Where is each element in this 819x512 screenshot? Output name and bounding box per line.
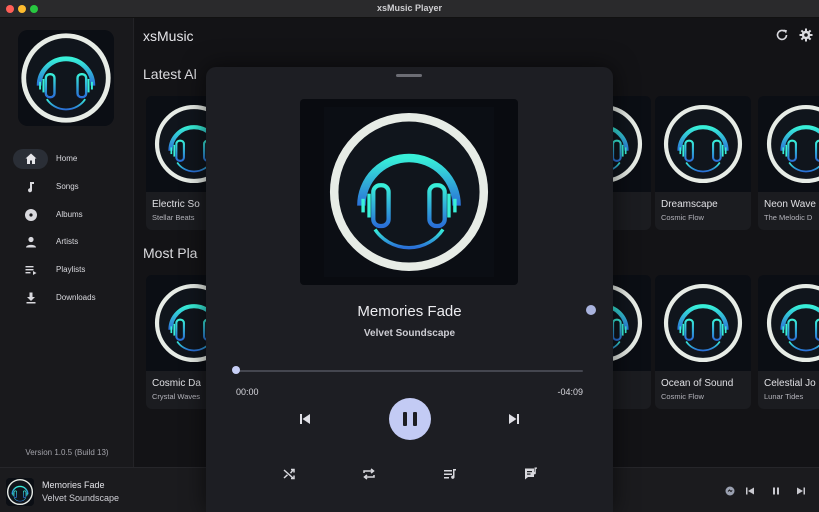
previous-track-icon[interactable] (297, 411, 313, 427)
song-artist: Velvet Soundscape (363, 328, 456, 339)
drag-handle[interactable] (396, 74, 422, 77)
sidebar-item-artists[interactable]: Artists (13, 232, 131, 252)
elapsed-time: 00:00 (236, 387, 259, 397)
album-artist: The Melodic D (764, 213, 813, 222)
sidebar-item-label: Playlists (56, 265, 86, 274)
mini-player-title: Memories Fade (42, 480, 105, 490)
repeat-icon[interactable] (361, 466, 377, 482)
next-track-icon[interactable] (506, 411, 522, 427)
remaining-time: -04:09 (557, 387, 583, 397)
headphones-logo-icon (758, 96, 819, 192)
music-note-icon (28, 182, 34, 193)
now-playing-sheet[interactable]: Memories Fade Velvet Soundscape 00:00 -0… (206, 67, 613, 512)
pause-icon[interactable] (770, 485, 782, 497)
album-title: Neon Wave (764, 199, 816, 210)
pause-icon (413, 412, 417, 426)
album-artist: Crystal Waves (152, 392, 201, 401)
gear-icon[interactable] (799, 28, 813, 42)
lyrics-icon[interactable] (523, 466, 539, 482)
lyrics-badge-icon[interactable] (586, 305, 596, 315)
album-card[interactable]: Dreamscape Cosmic Flow (655, 96, 751, 230)
next-track-icon[interactable] (795, 485, 807, 497)
sidebar-item-label: Downloads (56, 293, 96, 302)
sidebar-item-label: Albums (56, 210, 83, 219)
shuffle-icon[interactable] (281, 466, 297, 482)
album-card[interactable]: Neon Wave The Melodic D (758, 96, 819, 230)
mini-player-art (6, 478, 34, 506)
song-title: Memories Fade (357, 303, 462, 320)
sidebar-item-songs[interactable]: Songs (13, 177, 131, 197)
refresh-icon[interactable] (775, 28, 789, 42)
playlist-icon (25, 266, 37, 275)
home-icon (25, 153, 37, 164)
sidebar-item-playlists[interactable]: Playlists (13, 260, 131, 280)
album-title: Dreamscape (661, 199, 718, 210)
pause-button[interactable] (389, 398, 431, 440)
album-artist: Cosmic Flow (661, 213, 704, 222)
title-bar: xsMusic Player (0, 0, 819, 18)
album-title: Ocean of Sound (661, 378, 734, 389)
album-card[interactable]: Celestial Jo Lunar Tides (758, 275, 819, 409)
album-artist: Lunar Tides (764, 392, 804, 401)
progress-track[interactable] (236, 370, 583, 372)
headphones-logo-icon (300, 99, 518, 285)
queue-music-icon[interactable] (442, 466, 458, 482)
headphones-logo-icon (6, 478, 34, 506)
window-title: xsMusic Player (376, 3, 443, 13)
album-artist: Cosmic Flow (661, 392, 704, 401)
sidebar: Home Songs Albums Artists Playlists Down… (0, 18, 134, 467)
sidebar-album-art (18, 30, 114, 126)
sidebar-item-albums[interactable]: Albums (13, 205, 131, 225)
section-title-latest: Latest Al (143, 66, 197, 82)
download-icon (26, 292, 36, 304)
headphones-logo-icon (655, 275, 751, 371)
sidebar-item-home[interactable]: Home (13, 149, 77, 169)
progress-knob[interactable] (232, 366, 240, 374)
headphones-logo-icon (18, 30, 114, 126)
previous-track-icon[interactable] (744, 485, 756, 497)
section-title-most-played: Most Pla (143, 245, 198, 261)
page-title: xsMusic (143, 28, 194, 44)
headphones-logo-icon (655, 96, 751, 192)
mini-player-artist: Velvet Soundscape (42, 493, 120, 503)
album-card[interactable]: Ocean of Sound Cosmic Flow (655, 275, 751, 409)
sidebar-item-downloads[interactable]: Downloads (13, 288, 131, 308)
now-playing-album-art (300, 99, 518, 285)
sidebar-item-label: Home (56, 154, 78, 163)
album-artist: Stellar Beats (152, 213, 195, 222)
album-icon (25, 209, 37, 221)
album-title: Electric So (152, 199, 200, 210)
headphones-logo-icon (758, 275, 819, 371)
version-label: Version 1.0.5 (Build 13) (25, 448, 109, 457)
sidebar-item-label: Songs (56, 182, 79, 191)
person-icon (26, 236, 36, 248)
pause-icon (403, 412, 407, 426)
lyrics-badge-icon[interactable] (724, 485, 736, 497)
album-title: Celestial Jo (764, 378, 816, 389)
album-title: Cosmic Da (152, 378, 201, 389)
sidebar-item-label: Artists (56, 237, 79, 246)
